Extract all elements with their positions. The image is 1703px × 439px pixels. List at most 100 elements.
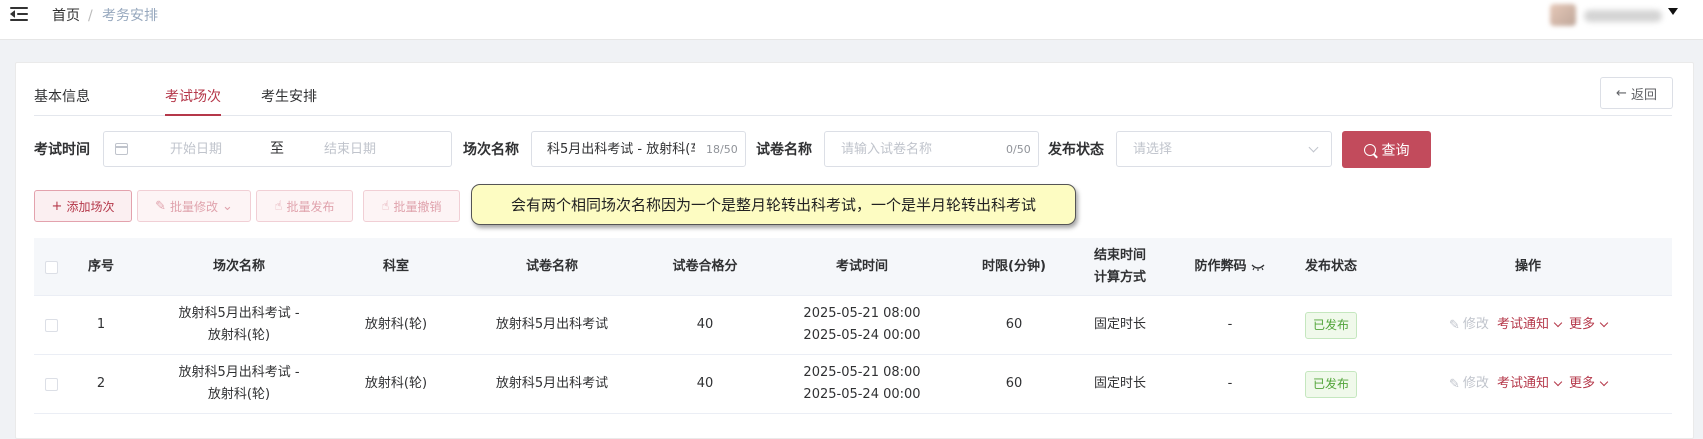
cell-pass-score: 40 bbox=[696, 376, 714, 391]
end-date-input[interactable]: 结束日期 bbox=[324, 141, 376, 158]
exam-notice-dropdown[interactable]: 考试通知 bbox=[1496, 373, 1563, 395]
col-dept: 科室 bbox=[382, 259, 409, 274]
search-icon bbox=[1363, 143, 1376, 156]
exam-notice-label: 考试通知 bbox=[1496, 376, 1549, 391]
cell-index: 1 bbox=[96, 317, 106, 332]
exam-time-start: 2025-05-21 08:00 bbox=[803, 365, 921, 380]
edit-link[interactable]: ✎ 修改 bbox=[1449, 314, 1489, 336]
query-button[interactable]: 查询 bbox=[1342, 131, 1431, 168]
add-session-button[interactable]: + 添加场次 bbox=[34, 190, 132, 222]
eye-closed-icon[interactable] bbox=[1250, 262, 1266, 272]
publish-status-label: 发布状态 bbox=[1048, 142, 1104, 158]
select-all-checkbox[interactable] bbox=[44, 260, 58, 274]
exam-notice-dropdown[interactable]: 考试通知 bbox=[1497, 314, 1563, 336]
calendar-icon bbox=[115, 143, 128, 155]
status-badge: 已发布 bbox=[1304, 370, 1357, 398]
cell-operation: ✎ 修改 考试通知 更多 bbox=[1384, 296, 1672, 354]
row-select-cell bbox=[34, 355, 68, 413]
select-all-cell bbox=[34, 238, 68, 296]
row-select-cell bbox=[34, 296, 68, 354]
back-button[interactable]: ← 返回 bbox=[1600, 77, 1673, 109]
cell-index: 2 bbox=[96, 376, 106, 391]
chevron-down-icon bbox=[1553, 318, 1563, 328]
batch-edit-button[interactable]: ✎ 批量修改 ⌄ bbox=[137, 190, 251, 222]
tab-exam-sessions[interactable]: 考试场次 bbox=[165, 88, 221, 106]
avatar bbox=[1550, 4, 1576, 26]
table-row: 2 放射科5月出科考试 - 放射科(轮) 放射科(轮) 放射科5月出科考试 40… bbox=[34, 355, 1672, 414]
session-name-label: 场次名称 bbox=[463, 142, 519, 158]
col-duration: 时限(分钟) bbox=[982, 259, 1046, 274]
paper-name-label: 试卷名称 bbox=[756, 142, 812, 158]
username-blurred bbox=[1584, 10, 1662, 22]
exam-time-label: 考试时间 bbox=[34, 142, 90, 158]
cell-anti-cheat: - bbox=[1227, 317, 1233, 332]
paper-name-input[interactable]: 请输入试卷名称 0/50 bbox=[824, 131, 1039, 167]
menu-fold-icon[interactable] bbox=[10, 6, 28, 22]
col-anti-cheat-label: 防作弊码 bbox=[1194, 259, 1247, 274]
batch-edit-label: 批量修改 bbox=[169, 199, 218, 214]
cell-session-name: 放射科5月出科考试 - 放射科(轮) bbox=[134, 355, 344, 413]
exam-time-range-picker[interactable]: 开始日期 至 结束日期 bbox=[103, 131, 452, 167]
cell-anti-cheat: - bbox=[1227, 376, 1233, 391]
chevron-down-icon bbox=[1599, 377, 1609, 387]
table-header: 序号 场次名称 科室 试卷名称 试卷合格分 考试时间 时限(分钟) 结束时间 计… bbox=[34, 238, 1672, 296]
edit-link-label: 修改 bbox=[1462, 376, 1489, 391]
col-end-calc-line1: 结束时间 bbox=[1093, 248, 1146, 263]
tab-basic-info[interactable]: 基本信息 bbox=[34, 88, 90, 106]
cell-exam-time: 2025-05-21 08:00 2025-05-24 00:00 bbox=[754, 296, 970, 354]
exam-time-start: 2025-05-21 08:00 bbox=[803, 306, 921, 321]
user-menu[interactable] bbox=[1550, 4, 1672, 26]
breadcrumb-current: 考务安排 bbox=[102, 8, 158, 24]
user-dropdown-caret-icon[interactable] bbox=[1668, 8, 1678, 15]
query-button-label: 查询 bbox=[1381, 142, 1410, 159]
batch-publish-button[interactable]: ☝ 批量发布 bbox=[256, 190, 353, 222]
col-paper-name: 试卷名称 bbox=[525, 259, 578, 274]
add-session-label: 添加场次 bbox=[66, 199, 115, 214]
cell-dept: 放射科(轮) bbox=[364, 317, 428, 332]
batch-revoke-button[interactable]: ☝ 批量撤销 bbox=[363, 190, 460, 222]
breadcrumb-separator: / bbox=[88, 8, 93, 24]
cell-paper-name: 放射科5月出科考试 bbox=[495, 376, 609, 391]
more-dropdown[interactable]: 更多 bbox=[1568, 314, 1609, 336]
annotation-tooltip: 会有两个相同场次名称因为一个是整月轮转出科考试，一个是半月轮转出科考试 bbox=[471, 184, 1076, 225]
cell-end-calc: 固定时长 bbox=[1093, 317, 1146, 332]
session-name-line2: 放射科(轮) bbox=[207, 387, 271, 402]
publish-status-select[interactable]: 请选择 bbox=[1116, 131, 1332, 167]
cell-operation: ✎ 修改 考试通知 更多 bbox=[1384, 355, 1672, 413]
exam-time-end: 2025-05-24 00:00 bbox=[803, 387, 921, 402]
col-anti-cheat: 防作弊码 bbox=[1182, 238, 1278, 296]
revoke-icon: ☝ bbox=[381, 198, 390, 214]
top-bar: 首页 / 考务安排 bbox=[0, 0, 1703, 40]
paper-name-counter: 0/50 bbox=[1006, 143, 1031, 156]
publish-icon: ☝ bbox=[274, 198, 283, 214]
batch-publish-label: 批量发布 bbox=[286, 199, 335, 214]
table-row: 1 放射科5月出科考试 - 放射科(轮) 放射科(轮) 放射科5月出科考试 40… bbox=[34, 296, 1672, 355]
session-name-input[interactable]: 科5月出科考试 - 放射科(车 18/50 bbox=[531, 131, 746, 167]
session-name-line1: 放射科5月出科考试 - bbox=[178, 306, 300, 321]
col-publish-status: 发布状态 bbox=[1304, 259, 1357, 274]
cell-status: 已发布 bbox=[1278, 355, 1384, 413]
cell-end-calc: 固定时长 bbox=[1093, 376, 1146, 391]
paper-name-placeholder: 请输入试卷名称 bbox=[841, 142, 933, 157]
tab-candidate-arrangement[interactable]: 考生安排 bbox=[261, 88, 317, 106]
edit-link[interactable]: ✎ 修改 bbox=[1449, 373, 1489, 395]
edit-icon: ✎ bbox=[155, 198, 166, 214]
session-name-line1: 放射科5月出科考试 - bbox=[178, 365, 300, 380]
cell-pass-score: 40 bbox=[696, 317, 714, 332]
cell-dept: 放射科(轮) bbox=[364, 376, 428, 391]
row-checkbox[interactable] bbox=[44, 318, 58, 332]
more-dropdown[interactable]: 更多 bbox=[1569, 373, 1609, 395]
back-button-label: 返回 bbox=[1630, 87, 1657, 103]
chevron-down-icon bbox=[1599, 318, 1609, 328]
chevron-down-icon bbox=[1553, 377, 1563, 387]
start-date-input[interactable]: 开始日期 bbox=[170, 141, 222, 158]
chevron-down-icon: ⌄ bbox=[222, 198, 233, 214]
exam-time-end: 2025-05-24 00:00 bbox=[803, 328, 921, 343]
more-label: 更多 bbox=[1568, 317, 1595, 332]
col-end-calc-line2: 计算方式 bbox=[1093, 270, 1146, 285]
col-session-name: 场次名称 bbox=[212, 259, 265, 274]
breadcrumb-home[interactable]: 首页 bbox=[52, 6, 80, 26]
row-checkbox[interactable] bbox=[44, 377, 58, 391]
status-badge: 已发布 bbox=[1304, 311, 1357, 339]
chevron-down-icon bbox=[1308, 142, 1319, 153]
